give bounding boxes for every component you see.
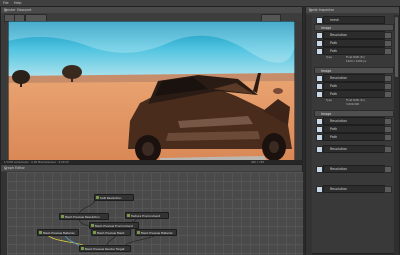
param-field[interactable]: Resolution [323,117,385,125]
param-field[interactable]: Path [323,133,385,141]
node-type-icon [93,230,96,234]
graph-node-mesh-preview-resolution[interactable]: Mesh Preview Resolution [59,213,109,220]
graph-editor-panel: Graph Editor × SAD Resolution Mesh Previ… [0,164,303,255]
param-field[interactable]: Resolution [323,74,385,82]
param-icon [316,39,323,47]
node-type-icon [91,223,94,227]
info-size-value: 1920 x 1080 px [346,60,367,63]
info-size-value: 3,600,000 [346,103,360,106]
param-field[interactable]: Resolution [323,165,385,173]
pin-icon[interactable] [384,165,392,173]
param-row[interactable]: Resolution [316,165,392,173]
param-row[interactable]: Resolution [316,145,392,153]
pin-icon[interactable] [384,125,392,133]
info-type-value: Float RGB (3x) [346,56,365,59]
param-field[interactable]: Resolution [323,185,385,193]
param-icon [316,145,323,153]
info-type-value: Float RGB (3x) [346,99,365,102]
inspector-content: mesh image Resolution Path Path Type Flo… [306,15,399,255]
param-row[interactable]: Path [316,39,392,47]
pin-icon[interactable] [384,117,392,125]
param-row[interactable]: Path [316,90,392,98]
param-field[interactable]: Path [323,47,385,55]
param-field[interactable]: Path [323,39,385,47]
pin-icon[interactable] [384,39,392,47]
node-type-icon [96,195,99,199]
node-type-icon [137,230,140,234]
param-icon [316,117,323,125]
param-row[interactable]: Resolution [316,185,392,193]
param-row[interactable]: Path [316,47,392,55]
viewport-toolbar [1,13,302,22]
pin-icon[interactable] [384,74,392,82]
pin-icon[interactable] [384,47,392,55]
close-icon[interactable]: × [4,166,300,171]
menu-help[interactable]: Help [14,1,22,5]
graph-node-mesh-preview-material-a[interactable]: Mesh Preview Material [37,229,79,236]
node-type-icon [81,246,84,250]
param-row[interactable]: Path [316,133,392,141]
param-icon [316,133,323,141]
param-row[interactable]: Resolution [316,74,392,82]
node-inspector-panel: Node Inspector × mesh image Resolution P… [305,6,400,255]
inspector-title-bar: Node Inspector × [306,7,399,13]
param-row[interactable]: Resolution [316,31,392,39]
pin-icon[interactable] [384,145,392,153]
pin-icon[interactable] [384,133,392,141]
render-viewport-panel: Render Viewport × 1/1000 samples/px · 0.… [0,6,303,167]
pin-icon[interactable] [384,82,392,90]
param-field[interactable]: Resolution [323,31,385,39]
close-icon[interactable]: × [309,8,397,13]
node-type-icon [127,213,130,217]
param-icon [316,47,323,55]
pin-icon[interactable] [384,31,392,39]
graph-node-sad-resolution[interactable]: SAD Resolution [94,194,134,201]
graph-node-texture-environment[interactable]: Texture Environment [125,212,169,219]
param-field[interactable]: Resolution [323,145,385,153]
param-icon [316,74,323,82]
param-row[interactable]: Resolution [316,117,392,125]
section-header-image[interactable]: Image [314,110,394,117]
graph-node-mesh-preview-environment[interactable]: Mesh Preview Environment [89,222,139,229]
rendered-scene-illustration [8,21,295,167]
graph-title-bar: Graph Editor × [1,165,302,171]
pin-icon[interactable] [384,90,392,98]
param-icon [316,165,323,173]
param-icon [316,31,323,39]
param-field[interactable]: Path [323,125,385,133]
node-graph-canvas[interactable]: SAD Resolution Mesh Preview Resolution T… [7,172,303,255]
inspector-scrollbar-thumb[interactable] [395,17,398,77]
section-header-image[interactable]: image [314,24,394,31]
graph-node-mesh-preview-render-target[interactable]: Mesh Preview Render Target [79,245,131,252]
node-name-field[interactable]: mesh [323,16,385,24]
param-field[interactable]: Path [323,82,385,90]
graph-node-mesh-preview-material-b[interactable]: Mesh Preview Material [135,229,177,236]
menu-file[interactable]: File [3,1,9,5]
node-type-icon [39,230,42,234]
param-icon [316,90,323,98]
param-icon [316,82,323,90]
param-row[interactable]: Path [316,125,392,133]
param-icon [316,185,323,193]
param-icon [316,125,323,133]
render-image[interactable] [8,21,295,167]
param-field[interactable]: Path [323,90,385,98]
inspector-top-row[interactable]: mesh [316,16,392,24]
graph-node-mesh-preview-mesh[interactable]: Mesh Preview Mesh [91,229,131,236]
info-type-label: Type [326,99,332,102]
info-type-label: Type [326,56,332,59]
section-header-image[interactable]: Image [314,67,394,74]
node-type-icon [61,214,64,218]
node-icon [316,16,323,24]
param-row[interactable]: Path [316,82,392,90]
pin-icon[interactable] [384,185,392,193]
